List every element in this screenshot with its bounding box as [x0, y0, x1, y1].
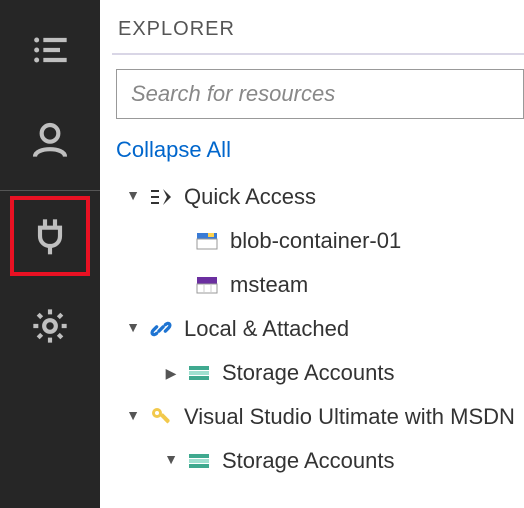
chevron-down-icon[interactable]: ▲: [124, 409, 142, 425]
search-input[interactable]: [131, 81, 509, 107]
tree-node-local-attached[interactable]: ▲ Local & Attached: [112, 307, 524, 351]
explorer-title: EXPLORER: [112, 0, 524, 53]
storage-icon: [186, 360, 212, 386]
gear-icon: [30, 306, 70, 346]
account-icon: [30, 120, 70, 160]
storage-icon: [186, 448, 212, 474]
tree-label: Storage Accounts: [222, 448, 394, 474]
tree-node-msteam[interactable]: msteam: [112, 263, 524, 307]
blob-container-icon: [194, 228, 220, 254]
quick-access-icon: [148, 184, 174, 210]
tree-label: msteam: [230, 272, 308, 298]
tree-label: Quick Access: [184, 184, 316, 210]
chevron-down-icon[interactable]: ▲: [162, 453, 180, 469]
activity-bar: [0, 0, 100, 508]
tree-node-subscription[interactable]: ▲ Visual Studio Ultimate with MSDN: [112, 395, 524, 439]
settings-tab[interactable]: [10, 286, 90, 366]
explorer-tab[interactable]: [10, 10, 90, 90]
tree-label: blob-container-01: [230, 228, 401, 254]
chevron-right-icon[interactable]: ▶: [162, 365, 180, 382]
tree-label: Local & Attached: [184, 316, 349, 342]
chevron-down-icon[interactable]: ▲: [124, 189, 142, 205]
plug-icon: [30, 216, 70, 256]
resource-tree: ▲ Quick Access blob-container-01 msteam …: [112, 175, 524, 483]
explorer-panel: EXPLORER Collapse All ▲ Quick Access blo…: [100, 0, 524, 508]
tree-node-storage-accounts-1[interactable]: ▶ Storage Accounts: [112, 351, 524, 395]
tree-node-blob-container[interactable]: blob-container-01: [112, 219, 524, 263]
tree-label: Visual Studio Ultimate with MSDN: [184, 404, 515, 430]
activity-divider: [0, 190, 100, 191]
account-tab[interactable]: [10, 100, 90, 180]
list-icon: [30, 30, 70, 70]
tree-node-quick-access[interactable]: ▲ Quick Access: [112, 175, 524, 219]
link-icon: [148, 316, 174, 342]
connect-tab[interactable]: [10, 196, 90, 276]
search-box[interactable]: [116, 69, 524, 119]
header-separator: [112, 53, 524, 55]
key-icon: [148, 404, 174, 430]
tree-label: Storage Accounts: [222, 360, 394, 386]
table-icon: [194, 272, 220, 298]
tree-node-storage-accounts-2[interactable]: ▲ Storage Accounts: [112, 439, 524, 483]
collapse-all-link[interactable]: Collapse All: [112, 119, 524, 175]
chevron-down-icon[interactable]: ▲: [124, 321, 142, 337]
